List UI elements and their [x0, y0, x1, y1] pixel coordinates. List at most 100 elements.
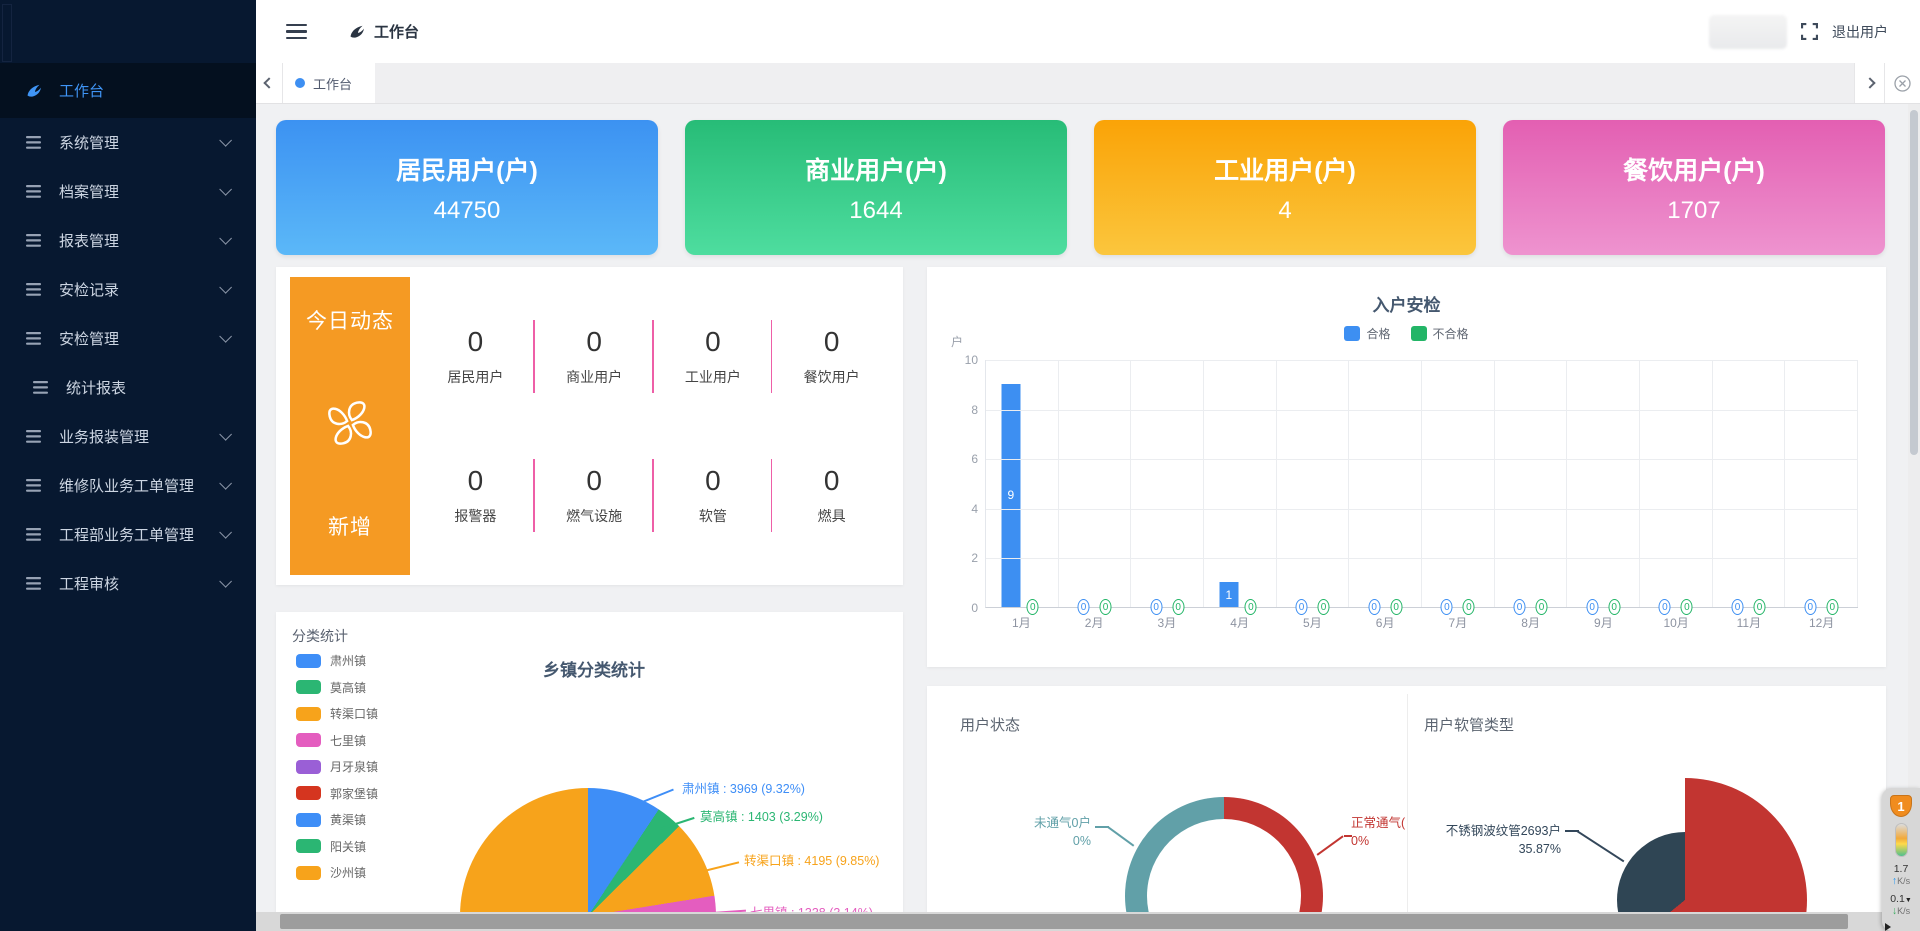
pie-legend-item-转渠口镇[interactable]: 转渠口镇 [296, 705, 378, 722]
legend-swatch [296, 733, 321, 747]
stat-card-value: 1707 [1667, 197, 1720, 225]
pie-legend-item-阳关镇[interactable]: 阳关镇 [296, 838, 378, 855]
expand-arrow-icon[interactable] [1885, 923, 1891, 931]
active-tab-dot-icon [295, 78, 305, 88]
sidebar-item-0[interactable]: 工作台 [0, 63, 256, 118]
pie-legend-item-七里镇[interactable]: 七里镇 [296, 732, 378, 749]
sidebar-item-7[interactable]: 业务报装管理 [0, 412, 256, 461]
legend-item-fail[interactable]: 不合格 [1411, 325, 1469, 342]
chart-column-4月: 10 [1204, 360, 1277, 607]
list-icon [26, 136, 42, 150]
bar-chart-plot: 900000100000000000000000 0246810 [985, 360, 1858, 608]
y-axis-name: 户 [951, 333, 963, 350]
tabs-scroll-left-button[interactable] [256, 63, 283, 103]
zero-marker-不合格-4月: 0 [1245, 599, 1257, 615]
zero-marker-不合格-7月: 0 [1463, 599, 1475, 615]
x-tick-label: 4月 [1203, 614, 1276, 631]
today-stats-row: 0居民用户0商业用户0工业用户0餐饮用户 [416, 312, 891, 401]
sidebar-item-3[interactable]: 报表管理 [0, 216, 256, 265]
stat-label: 餐饮用户 [804, 367, 860, 387]
stat-cards-row: 居民用户(户)44750商业用户(户)1644工业用户(户)4餐饮用户(户)17… [276, 120, 1885, 255]
stat-card-label: 餐饮用户(户) [1623, 151, 1765, 187]
sidebar-item-9[interactable]: 工程部业务工单管理 [0, 510, 256, 559]
gridline [986, 410, 1858, 411]
download-speed: 0.1▼ ↓K/s [1890, 893, 1912, 917]
legend-swatch [296, 707, 321, 721]
tab-workbench[interactable]: 工作台 [283, 63, 375, 103]
stat-card-2: 工业用户(户)4 [1094, 120, 1476, 255]
x-tick-label: 7月 [1422, 614, 1495, 631]
shield-badge-icon[interactable]: 1 [1890, 795, 1912, 817]
tabs-scroll-right-button[interactable] [1854, 63, 1884, 103]
today-stat-餐饮用户: 0餐饮用户 [772, 312, 891, 401]
sidebar-item-label: 工作台 [59, 80, 104, 101]
zero-marker-合格-2月: 0 [1078, 599, 1090, 615]
zero-marker-不合格-8月: 0 [1536, 599, 1548, 615]
pie-legend-item-肃州镇[interactable]: 肃州镇 [296, 652, 378, 669]
sidebar-item-1[interactable]: 系统管理 [0, 118, 256, 167]
legend-label: 七里镇 [330, 732, 366, 749]
stat-value: 0 [705, 326, 721, 358]
pie-legend-item-黄渠镇[interactable]: 黄渠镇 [296, 811, 378, 828]
x-tick-label: 6月 [1349, 614, 1422, 631]
series-slot: 1 [1219, 360, 1238, 607]
nav-right: 退出用户 [1709, 15, 1888, 49]
page-title: 工作台 [349, 21, 419, 42]
zero-marker-合格-12月: 0 [1804, 599, 1816, 615]
gridline [986, 459, 1858, 460]
today-stat-居民用户: 0居民用户 [416, 312, 535, 401]
user-status-title: 用户状态 [960, 714, 1020, 735]
series-slot: 0 [1292, 360, 1311, 607]
stat-value: 0 [705, 465, 721, 497]
browser-extension-widget[interactable]: 1 1.7 ↑K/s 0.1▼ ↓K/s [1882, 788, 1920, 931]
menu-toggle-icon[interactable] [286, 24, 307, 40]
memory-gauge-icon[interactable] [1895, 823, 1908, 856]
legend-label: 莫高镇 [330, 679, 366, 696]
today-subtitle: 新增 [328, 511, 372, 541]
stat-label: 燃具 [818, 506, 846, 526]
horizontal-scrollbar-thumb[interactable] [280, 914, 1848, 929]
stat-value: 0 [824, 465, 840, 497]
series-slot: 0 [1655, 360, 1674, 607]
list-icon [26, 283, 42, 297]
today-title: 今日动态 [306, 305, 394, 335]
sidebar-item-5[interactable]: 安检管理 [0, 314, 256, 363]
y-tick-label: 2 [971, 551, 978, 565]
zero-marker-不合格-10月: 0 [1681, 599, 1693, 615]
sidebar-item-8[interactable]: 维修队业务工单管理 [0, 461, 256, 510]
sidebar-item-4[interactable]: 安检记录 [0, 265, 256, 314]
today-stats-row: 0报警器0燃气设施0软管0燃具 [416, 451, 891, 540]
stat-label: 软管 [699, 506, 727, 526]
bar-chart-columns: 900000100000000000000000 [986, 360, 1858, 607]
pie-legend: 肃州镇莫高镇转渠口镇七里镇月牙泉镇郭家堡镇黄渠镇阳关镇沙州镇 [296, 652, 378, 881]
sidebar-item-10[interactable]: 工程审核 [0, 559, 256, 608]
pie-legend-item-郭家堡镇[interactable]: 郭家堡镇 [296, 785, 378, 802]
y-tick-label: 8 [971, 403, 978, 417]
series-slot: 0 [1365, 360, 1384, 607]
town-pie-chart [460, 788, 716, 931]
legend-swatch [296, 866, 321, 880]
bar-合格-1月: 9 [1001, 384, 1020, 607]
fullscreen-icon[interactable] [1801, 23, 1818, 40]
pie-legend-item-月牙泉镇[interactable]: 月牙泉镇 [296, 758, 378, 775]
series-slot: 0 [1750, 360, 1769, 607]
today-stat-燃具: 0 燃具 [772, 451, 891, 540]
series-slot: 0 [1459, 360, 1478, 607]
pie-legend-item-沙州镇[interactable]: 沙州镇 [296, 864, 378, 881]
stat-value: 0 [586, 326, 602, 358]
stat-card-3: 餐饮用户(户) 1707 [1503, 120, 1885, 255]
stat-label: 商业用户 [566, 367, 622, 387]
list-icon [26, 185, 42, 199]
sidebar-item-6[interactable]: 统计报表 [0, 363, 256, 412]
pie-legend-item-莫高镇[interactable]: 莫高镇 [296, 679, 378, 696]
legend-item-pass[interactable]: 合格 [1344, 325, 1390, 342]
vertical-scrollbar-thumb[interactable] [1910, 110, 1918, 455]
sidebar-item-2[interactable]: 档案管理 [0, 167, 256, 216]
list-icon [33, 381, 49, 395]
donut-label-no-gas: 未通气0户 0% [989, 814, 1091, 850]
close-tabs-button[interactable] [1884, 63, 1920, 103]
y-tick-label: 0 [971, 601, 978, 615]
today-dynamics-block: 今日动态 新增 [290, 277, 410, 575]
logout-button[interactable]: 退出用户 [1832, 22, 1888, 42]
stat-label: 居民用户 [447, 367, 503, 387]
